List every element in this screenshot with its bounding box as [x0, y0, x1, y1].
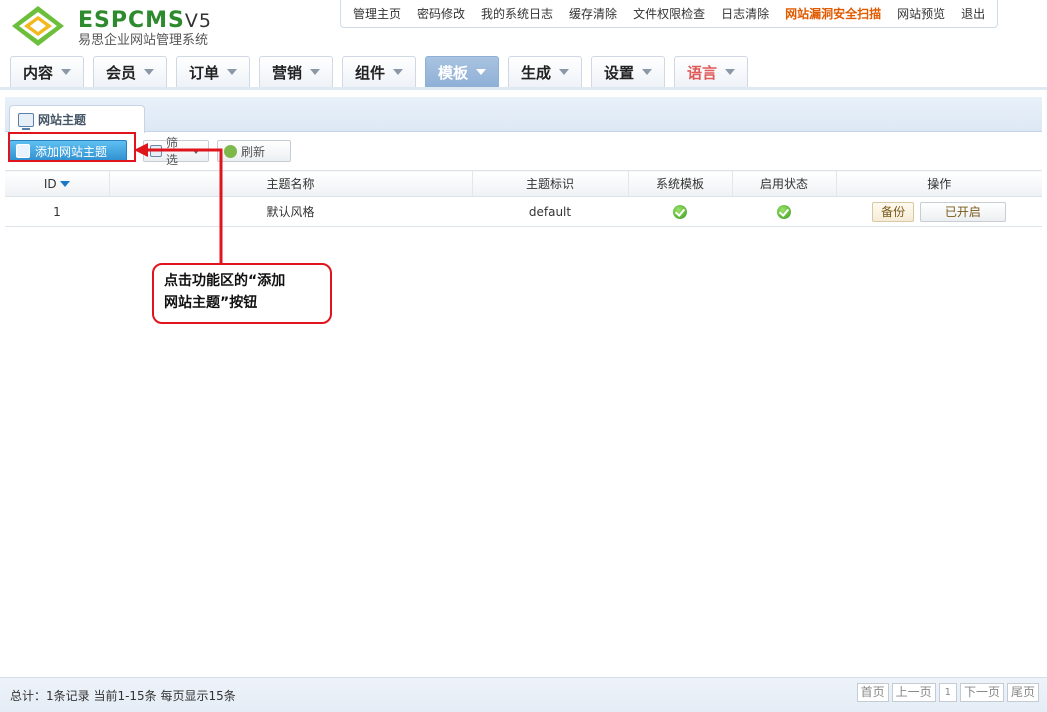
tab-label: 语言 [686, 63, 717, 82]
chevron-down-icon [559, 69, 569, 75]
filter-label: 筛选 [166, 136, 179, 167]
espcms-logo: ESPCMSV5 易思企业网站管理系统 [10, 4, 230, 50]
tab-label: 内容 [22, 63, 53, 82]
sort-desc-icon[interactable] [59, 180, 70, 187]
topnav-item-home[interactable]: 管理主页 [345, 5, 409, 22]
panel-tab-label: 网站主题 [38, 113, 87, 127]
table-row: 1 默认风格 default 备份 已开启 [5, 196, 1042, 227]
pager-last-button[interactable]: 尾页 [1006, 683, 1039, 702]
tab-label: 组件 [354, 63, 385, 82]
cell-system [628, 196, 732, 227]
chevron-down-icon [725, 69, 735, 75]
table-footer: 总计：1条记录 当前1-15条 每页显示15条 首页 上一页 1 下一页 尾页 [0, 677, 1047, 712]
tab-label: 生成 [520, 63, 551, 82]
tab-label: 会员 [105, 63, 136, 82]
topnav-item-clear-log[interactable]: 日志清除 [713, 5, 777, 22]
pager-first-button[interactable]: 首页 [856, 683, 889, 702]
record-summary: 总计：1条记录 当前1-15条 每页显示15条 [10, 689, 236, 703]
panel-tab-site-theme[interactable]: 网站主题 [9, 105, 145, 133]
tab-member[interactable]: 会员 [93, 56, 167, 87]
chevron-down-icon [476, 69, 486, 75]
chevron-down-icon [642, 69, 652, 75]
tab-marketing[interactable]: 营销 [259, 56, 333, 87]
theme-table: ID 主题名称 主题标识 系统模板 启用状态 操作 1 默认风格 default… [5, 170, 1042, 227]
monitor-icon [18, 112, 34, 130]
topnav-item-preview[interactable]: 网站预览 [889, 5, 953, 22]
topnav-item-file-permission[interactable]: 文件权限检查 [625, 5, 713, 22]
logo-version: V5 [184, 10, 212, 32]
filter-icon [150, 145, 162, 157]
cell-name: 默认风格 [109, 196, 472, 227]
toolbar: 添加网站主题 筛选 刷新 [5, 133, 1042, 169]
col-header-actions: 操作 [836, 170, 1042, 197]
top-utility-nav: 管理主页 密码修改 我的系统日志 缓存清除 文件权限检查 日志清除 网站漏洞安全… [340, 0, 999, 28]
refresh-icon [224, 144, 237, 158]
highlight-box [8, 132, 136, 162]
main-nav: 内容 会员 订单 营销 组件 模板 生成 设置 语言 [10, 56, 757, 87]
tab-label: 设置 [603, 63, 634, 82]
topnav-item-security-scan[interactable]: 网站漏洞安全扫描 [777, 5, 889, 22]
cell-id: 1 [5, 196, 109, 227]
topnav-item-logout[interactable]: 退出 [953, 5, 993, 22]
table-header-row: ID 主题名称 主题标识 系统模板 启用状态 操作 [5, 170, 1042, 197]
tab-label: 营销 [271, 63, 302, 82]
pager-prev-button[interactable]: 上一页 [891, 683, 936, 702]
instruction-callout: 点击功能区的“添加 网站主题”按钮 [152, 263, 332, 324]
callout-line-2: 网站主题”按钮 [164, 295, 258, 311]
chevron-down-icon [227, 69, 237, 75]
pager-next-button[interactable]: 下一页 [959, 683, 1004, 702]
filter-button[interactable]: 筛选 [143, 136, 209, 167]
tab-template[interactable]: 模板 [425, 56, 499, 87]
check-circle-icon [673, 204, 687, 219]
logo-subtitle: 易思企业网站管理系统 [78, 33, 209, 48]
col-header-id[interactable]: ID [5, 170, 110, 197]
topnav-item-my-log[interactable]: 我的系统日志 [473, 5, 561, 22]
pager-page-number[interactable]: 1 [938, 683, 957, 702]
callout-line-1: 点击功能区的“添加 [164, 273, 286, 289]
col-header-name: 主题名称 [109, 170, 473, 197]
logo-brand: ESPCMS [78, 8, 185, 33]
tab-content[interactable]: 内容 [10, 56, 84, 87]
tab-component[interactable]: 组件 [342, 56, 416, 87]
chevron-down-icon [61, 69, 71, 75]
content-panel: 网站主题 添加网站主题 筛选 刷新 ID 主题名称 主题标识 系统模板 启用状态… [5, 97, 1042, 709]
backup-button[interactable]: 备份 [872, 201, 915, 222]
col-header-label: ID [43, 176, 57, 191]
check-circle-icon [777, 204, 791, 219]
chevron-down-icon [310, 69, 320, 75]
enabled-status-button[interactable]: 已开启 [919, 201, 1006, 222]
tab-label: 订单 [188, 63, 219, 82]
col-header-key: 主题标识 [472, 170, 629, 197]
app-header: ESPCMSV5 易思企业网站管理系统 管理主页 密码修改 我的系统日志 缓存清… [0, 0, 1047, 90]
tab-settings[interactable]: 设置 [591, 56, 665, 87]
tab-generate[interactable]: 生成 [508, 56, 582, 87]
col-header-enabled: 启用状态 [732, 170, 837, 197]
cell-actions: 备份 已开启 [836, 196, 1042, 227]
pagination: 首页 上一页 1 下一页 尾页 [854, 683, 1039, 702]
chevron-down-icon [393, 69, 403, 75]
col-header-system: 系统模板 [628, 170, 733, 197]
panel-header: 网站主题 [5, 97, 1042, 133]
refresh-button[interactable]: 刷新 [217, 140, 291, 162]
nav-divider [0, 87, 1047, 90]
chevron-down-icon [144, 69, 154, 75]
topnav-item-clear-cache[interactable]: 缓存清除 [561, 5, 625, 22]
chevron-down-icon [192, 148, 200, 154]
tab-label: 模板 [437, 63, 468, 82]
tab-language[interactable]: 语言 [674, 56, 748, 87]
refresh-label: 刷新 [241, 144, 266, 159]
tab-order[interactable]: 订单 [176, 56, 250, 87]
logo-mark-icon [12, 6, 64, 46]
topnav-item-password[interactable]: 密码修改 [409, 5, 473, 22]
cell-enabled [732, 196, 836, 227]
cell-key: default [472, 196, 628, 227]
